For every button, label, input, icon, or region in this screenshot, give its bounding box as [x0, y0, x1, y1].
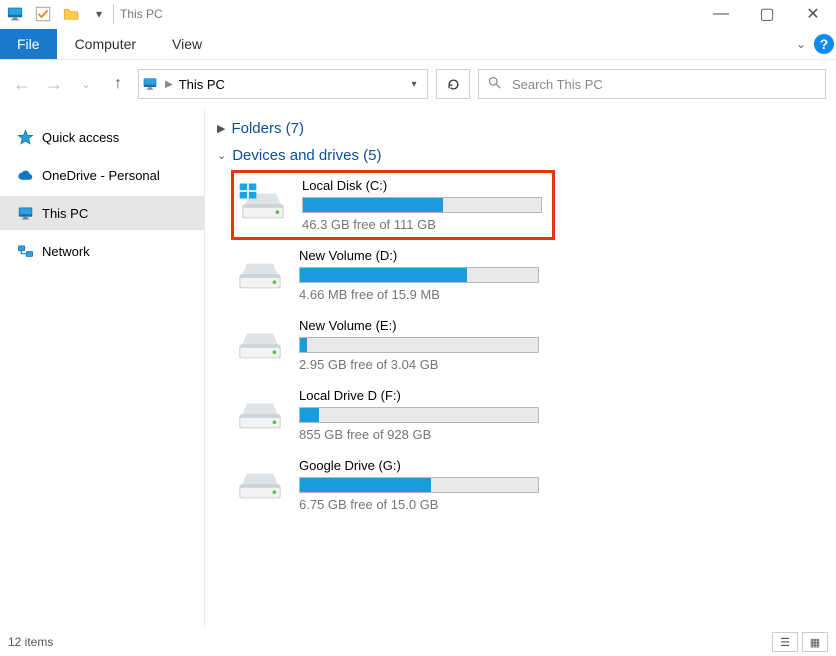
network-icon — [16, 242, 34, 260]
group-folders-header[interactable]: ▶ Folders (7) — [217, 120, 832, 137]
search-icon — [487, 75, 502, 93]
view-details-button[interactable]: ☰ — [772, 632, 798, 652]
drive-usage-bar — [299, 407, 539, 423]
address-dropdown-icon[interactable]: ▾ — [401, 79, 427, 90]
search-input[interactable] — [512, 77, 817, 92]
search-box[interactable] — [478, 69, 826, 99]
drive-free-text: 46.3 GB free of 111 GB — [302, 217, 548, 232]
drive-info: Local Disk (C:) 46.3 GB free of 111 GB — [302, 178, 548, 232]
drive-icon — [235, 251, 285, 299]
drive-info: Local Drive D (F:) 855 GB free of 928 GB — [299, 388, 551, 442]
group-drives-header[interactable]: ⌄ Devices and drives (5) — [217, 147, 832, 164]
drive-free-text: 4.66 MB free of 15.9 MB — [299, 287, 551, 302]
address-location[interactable]: This PC — [177, 77, 401, 92]
window-title: This PC — [120, 7, 163, 21]
star-icon — [16, 128, 34, 146]
drive-name: Local Drive D (F:) — [299, 388, 551, 403]
sidebar-item-label: OneDrive - Personal — [42, 168, 160, 183]
sidebar-item-network[interactable]: Network — [0, 234, 204, 268]
sidebar-item-onedrive-personal[interactable]: OneDrive - Personal — [0, 158, 204, 192]
sidebar-item-label: This PC — [42, 206, 88, 221]
recent-locations-dropdown[interactable]: ⌄ — [74, 78, 98, 91]
drive-item[interactable]: New Volume (E:) 2.95 GB free of 3.04 GB — [231, 310, 555, 380]
onedrive-icon — [16, 166, 34, 184]
drive-free-text: 6.75 GB free of 15.0 GB — [299, 497, 551, 512]
qat-customize-dropdown[interactable]: ▾ — [86, 2, 112, 26]
navigation-row: ← → ⌄ ↑ ▶ This PC ▾ — [0, 60, 836, 108]
drive-name: Google Drive (G:) — [299, 458, 551, 473]
up-button[interactable]: ↑ — [106, 75, 130, 93]
drive-free-text: 2.95 GB free of 3.04 GB — [299, 357, 551, 372]
view-large-icons-button[interactable]: ▦ — [802, 632, 828, 652]
drive-free-text: 855 GB free of 928 GB — [299, 427, 551, 442]
ribbon-tab-view[interactable]: View — [154, 29, 220, 59]
help-icon[interactable]: ? — [814, 34, 834, 54]
status-items-count: 12 items — [8, 635, 53, 649]
drive-icon — [235, 321, 285, 369]
group-drives-label: Devices and drives (5) — [232, 147, 381, 164]
content-pane: ▶ Folders (7) ⌄ Devices and drives (5) L… — [205, 108, 836, 628]
drive-info: New Volume (E:) 2.95 GB free of 3.04 GB — [299, 318, 551, 372]
back-button[interactable]: ← — [10, 74, 34, 95]
address-pc-icon — [139, 76, 161, 92]
ribbon-tab-file[interactable]: File — [0, 29, 57, 59]
ribbon: File Computer View ⌄ ? — [0, 28, 836, 60]
drive-icon — [235, 391, 285, 439]
chevron-down-icon: ⌄ — [217, 149, 226, 162]
pc-icon — [16, 204, 34, 222]
address-bar[interactable]: ▶ This PC ▾ — [138, 69, 428, 99]
drive-name: New Volume (E:) — [299, 318, 551, 333]
drive-icon — [238, 181, 288, 229]
drive-usage-bar — [302, 197, 542, 213]
ribbon-expand-icon[interactable]: ⌄ — [796, 37, 806, 51]
drive-icon — [235, 461, 285, 509]
group-folders-label: Folders (7) — [231, 120, 304, 137]
close-button[interactable]: ✕ — [790, 0, 836, 28]
drive-info: Google Drive (G:) 6.75 GB free of 15.0 GB — [299, 458, 551, 512]
titlebar: ▾ This PC — ▢ ✕ — [0, 0, 836, 28]
drive-item[interactable]: Local Disk (C:) 46.3 GB free of 111 GB — [231, 170, 555, 240]
drive-name: New Volume (D:) — [299, 248, 551, 263]
drive-item[interactable]: New Volume (D:) 4.66 MB free of 15.9 MB — [231, 240, 555, 310]
quick-access-toolbar: ▾ — [2, 2, 112, 26]
drive-item[interactable]: Local Drive D (F:) 855 GB free of 928 GB — [231, 380, 555, 450]
drive-info: New Volume (D:) 4.66 MB free of 15.9 MB — [299, 248, 551, 302]
sidebar-item-quick-access[interactable]: Quick access — [0, 120, 204, 154]
chevron-right-icon[interactable]: ▶ — [161, 79, 177, 90]
status-bar: 12 items ☰ ▦ — [0, 628, 836, 656]
sidebar-item-label: Network — [42, 244, 90, 259]
sidebar-item-this-pc[interactable]: This PC — [0, 196, 204, 230]
ribbon-tab-computer[interactable]: Computer — [57, 29, 154, 59]
qat-properties-icon[interactable] — [30, 2, 56, 26]
drive-name: Local Disk (C:) — [302, 178, 548, 193]
drive-item[interactable]: Google Drive (G:) 6.75 GB free of 15.0 GB — [231, 450, 555, 520]
qat-pc-icon[interactable] — [2, 2, 28, 26]
drive-usage-bar — [299, 477, 539, 493]
drive-usage-bar — [299, 337, 539, 353]
refresh-button[interactable] — [436, 69, 470, 99]
drive-usage-bar — [299, 267, 539, 283]
minimize-button[interactable]: — — [698, 0, 744, 28]
sidebar: Quick access OneDrive - Personal This PC Ne… — [0, 108, 205, 628]
chevron-right-icon: ▶ — [217, 122, 225, 135]
qat-new-folder-icon[interactable] — [58, 2, 84, 26]
forward-button[interactable]: → — [42, 74, 66, 95]
maximize-button[interactable]: ▢ — [744, 0, 790, 28]
sidebar-item-label: Quick access — [42, 130, 119, 145]
